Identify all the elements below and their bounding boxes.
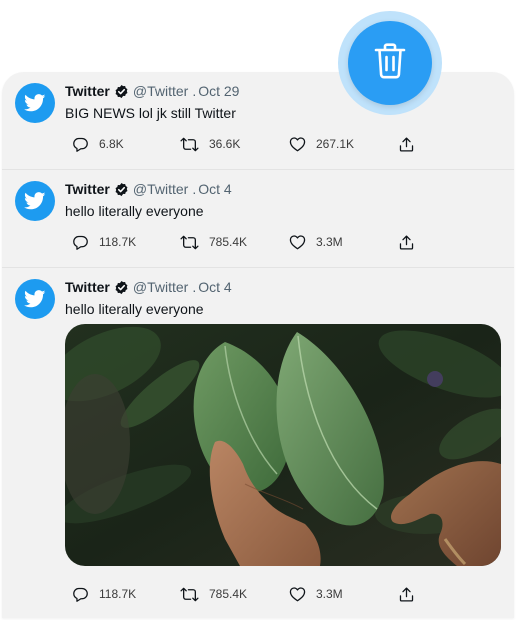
delete-button[interactable] bbox=[348, 21, 432, 105]
retweet-button[interactable]: 785.4K bbox=[180, 584, 247, 604]
reply-icon bbox=[72, 586, 89, 603]
like-count: 3.3M bbox=[316, 587, 343, 601]
retweet-button[interactable]: 36.6K bbox=[180, 134, 240, 154]
leaf-photo-icon bbox=[65, 324, 501, 566]
tweet-1[interactable]: Twitter @Twitter. Oct 29 BIG NEWS lol jk s… bbox=[2, 72, 514, 168]
tweet-actions: 6.8K 36.6K 267.1K bbox=[2, 134, 514, 154]
share-button[interactable] bbox=[398, 584, 415, 604]
separator-dot: . bbox=[192, 279, 197, 295]
tweet-2[interactable]: Twitter @Twitter. Oct 4 hello literally ev… bbox=[2, 170, 514, 266]
author-name[interactable]: Twitter bbox=[65, 181, 110, 197]
heart-icon bbox=[289, 136, 306, 152]
separator-dot: . bbox=[192, 181, 197, 197]
like-button[interactable]: 3.3M bbox=[289, 584, 343, 604]
retweet-button[interactable]: 785.4K bbox=[180, 232, 247, 252]
like-count: 3.3M bbox=[316, 235, 343, 249]
like-button[interactable]: 267.1K bbox=[289, 134, 354, 154]
share-icon bbox=[398, 136, 415, 153]
tweet-header: Twitter @Twitter. Oct 4 bbox=[65, 180, 232, 201]
tweet-3[interactable]: Twitter @Twitter. Oct 4 hello literally ev… bbox=[2, 268, 514, 618]
author-handle[interactable]: @Twitter bbox=[133, 279, 188, 295]
reply-icon bbox=[72, 234, 89, 251]
retweet-count: 36.6K bbox=[209, 137, 241, 151]
heart-icon bbox=[289, 234, 306, 250]
separator-dot: . bbox=[192, 83, 197, 99]
tweet-date[interactable]: Oct 4 bbox=[198, 181, 231, 197]
tweet-photo-leaves[interactable] bbox=[65, 324, 501, 566]
retweet-icon bbox=[180, 136, 199, 153]
tweet-actions: 118.7K 785.4K 3.3M bbox=[2, 232, 514, 252]
reply-count: 118.7K bbox=[99, 235, 137, 249]
tweet-actions: 118.7K 785.4K 3.3M bbox=[2, 584, 514, 604]
tweet-text: hello literally everyone bbox=[65, 203, 204, 219]
reply-icon bbox=[72, 136, 89, 153]
tweet-header: Twitter @Twitter. Oct 4 bbox=[65, 278, 232, 299]
verified-badge-icon bbox=[114, 84, 129, 103]
share-icon bbox=[398, 234, 415, 251]
tweet-date[interactable]: Oct 29 bbox=[198, 83, 239, 99]
reply-button[interactable]: 118.7K bbox=[72, 232, 136, 252]
author-name[interactable]: Twitter bbox=[65, 279, 110, 295]
tweet-text: BIG NEWS lol jk still Twitter bbox=[65, 105, 236, 121]
twitter-bird-icon[interactable] bbox=[15, 279, 55, 319]
heart-icon bbox=[289, 586, 306, 602]
like-count: 267.1K bbox=[316, 137, 355, 151]
like-button[interactable]: 3.3M bbox=[289, 232, 343, 252]
share-button[interactable] bbox=[398, 134, 415, 154]
reply-count: 118.7K bbox=[99, 587, 137, 601]
author-name[interactable]: Twitter bbox=[65, 83, 110, 99]
tweet-header: Twitter @Twitter. Oct 29 bbox=[65, 82, 239, 103]
retweet-icon bbox=[180, 234, 199, 251]
retweet-count: 785.4K bbox=[209, 235, 248, 249]
delete-button-ring bbox=[338, 11, 442, 115]
tweet-date[interactable]: Oct 4 bbox=[198, 279, 231, 295]
verified-badge-icon bbox=[114, 182, 129, 201]
twitter-bird-icon[interactable] bbox=[15, 83, 55, 123]
verified-badge-icon bbox=[114, 280, 129, 299]
tweet-feed-card: Twitter @Twitter. Oct 29 BIG NEWS lol jk s… bbox=[2, 72, 514, 618]
author-handle[interactable]: @Twitter bbox=[133, 83, 188, 99]
twitter-bird-icon[interactable] bbox=[15, 181, 55, 221]
tweet-text: hello literally everyone bbox=[65, 301, 204, 317]
trash-icon bbox=[373, 42, 407, 85]
reply-button[interactable]: 118.7K bbox=[72, 584, 136, 604]
reply-button[interactable]: 6.8K bbox=[72, 134, 124, 154]
reply-count: 6.8K bbox=[99, 137, 124, 151]
share-button[interactable] bbox=[398, 232, 415, 252]
retweet-count: 785.4K bbox=[209, 587, 248, 601]
share-icon bbox=[398, 586, 415, 603]
author-handle[interactable]: @Twitter bbox=[133, 181, 188, 197]
retweet-icon bbox=[180, 586, 199, 603]
